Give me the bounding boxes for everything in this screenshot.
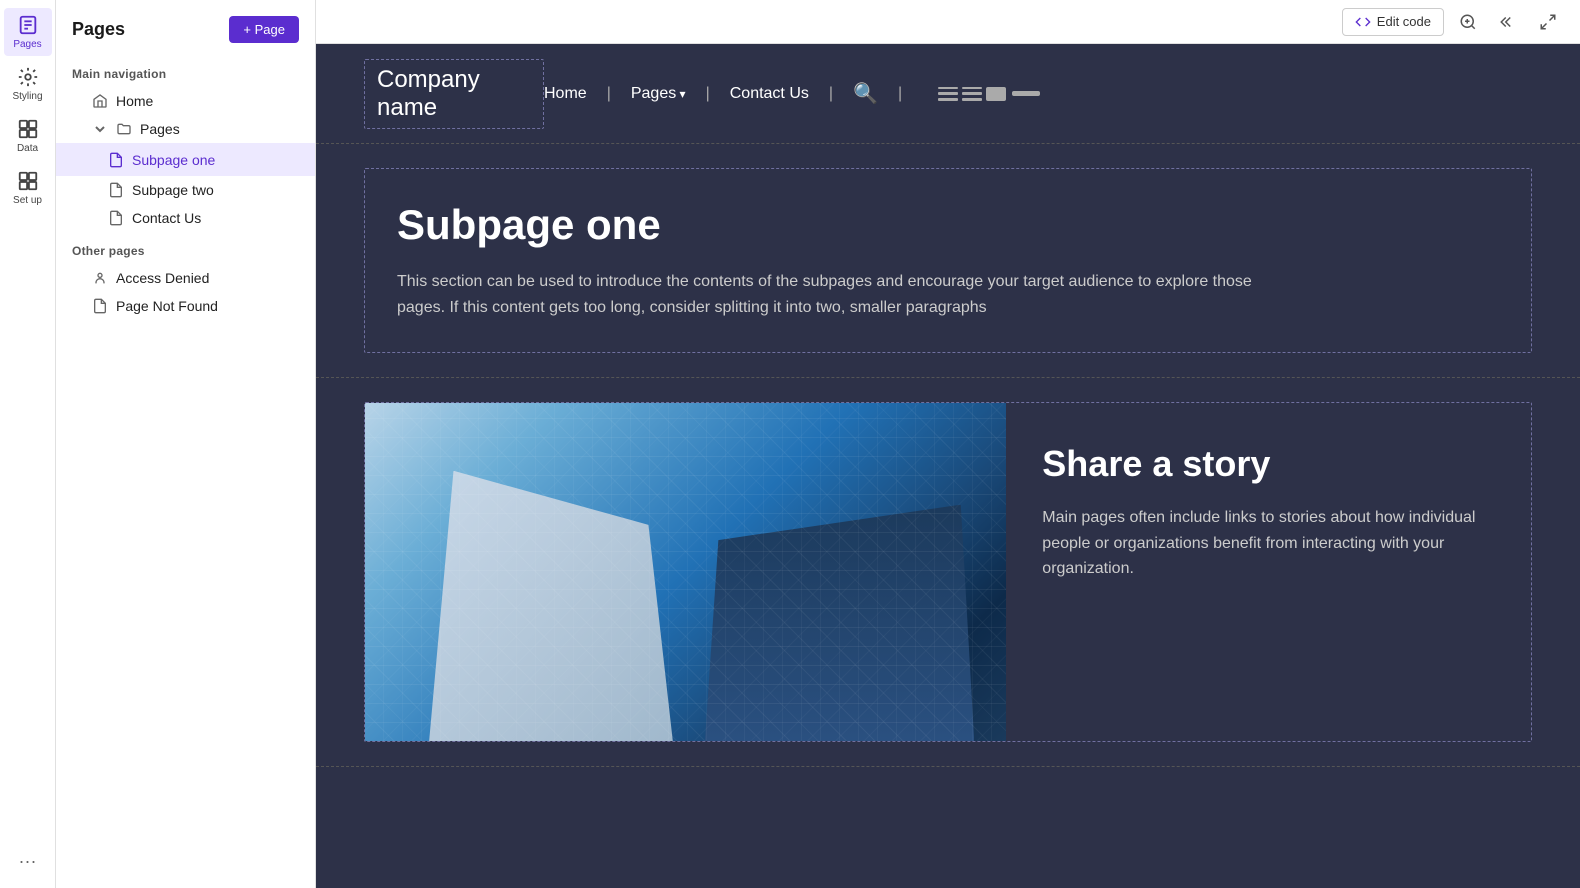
site-preview: Company name Home | Pages | Contact Us |… [316, 44, 1580, 888]
nav-item-home[interactable]: Home [56, 87, 315, 115]
page-icon [108, 152, 124, 168]
subpage-section-outline: Subpage one This section can be used to … [364, 168, 1532, 353]
nav-item-access-denied[interactable]: Access Denied [56, 264, 315, 292]
nav-item-subpage-one[interactable]: Subpage one ··· [56, 143, 315, 176]
nav-item-contact-us[interactable]: Contact Us [56, 204, 315, 232]
main-nav-label: Main navigation [56, 55, 315, 87]
nav-item-subpage-one-label: Subpage one [132, 152, 273, 168]
subpage-description: This section can be used to introduce th… [397, 269, 1297, 320]
icon-rail: Pages Styling Data Set up ··· [0, 0, 56, 888]
search-icon[interactable]: 🔍 [853, 81, 878, 106]
more-options-icon[interactable]: ··· [19, 851, 37, 872]
fullscreen-icon [1539, 13, 1557, 31]
sidebar-item-setup[interactable]: Set up [4, 164, 52, 212]
sidebar: Pages + Page Main navigation Home Pages … [56, 0, 316, 888]
fullscreen-button[interactable] [1532, 6, 1564, 38]
zoom-in-button[interactable] [1452, 6, 1484, 38]
story-section: Share a story Main pages often include l… [316, 378, 1580, 767]
nav-separator-4: | [898, 85, 902, 103]
story-section-outline: Share a story Main pages often include l… [364, 402, 1532, 742]
sidebar-item-data[interactable]: Data [4, 112, 52, 160]
zoom-in-icon [1459, 13, 1477, 31]
divider-block-1 [938, 87, 958, 101]
nav-item-page-not-found[interactable]: Page Not Found [56, 292, 315, 320]
nav-item-subpage-two[interactable]: Subpage two [56, 176, 315, 204]
site-nav-links: Home | Pages | Contact Us | 🔍 | [544, 81, 1040, 106]
toolbar: Edit code [316, 0, 1580, 44]
divider-block-2 [962, 87, 982, 101]
subpage-section: Subpage one This section can be used to … [316, 144, 1580, 378]
site-nav-pages[interactable]: Pages [631, 85, 686, 103]
edit-code-button[interactable]: Edit code [1342, 8, 1444, 36]
other-pages-label: Other pages [56, 232, 315, 264]
sidebar-header: Pages + Page [56, 12, 315, 55]
site-nav-home[interactable]: Home [544, 85, 587, 103]
nav-item-pages-folder[interactable]: Pages [56, 115, 315, 143]
sidebar-item-pages[interactable]: Pages [4, 8, 52, 56]
main-area: Edit code [316, 0, 1580, 888]
edit-code-icon [1355, 14, 1371, 30]
nav-separator-2: | [706, 85, 710, 103]
nav-separator-3: | [829, 85, 833, 103]
site-nav-bar: Company name Home | Pages | Contact Us |… [316, 44, 1580, 144]
nav-item-home-label: Home [116, 93, 299, 109]
zoom-out-button[interactable] [1492, 6, 1524, 38]
home-icon [92, 93, 108, 109]
chevron-down-icon [92, 121, 108, 137]
nav-item-subpage-two-label: Subpage two [132, 182, 299, 198]
nav-item-access-denied-label: Access Denied [116, 270, 299, 286]
sidebar-item-styling[interactable]: Styling [4, 60, 52, 108]
folder-icon [116, 121, 132, 137]
nav-item-page-not-found-label: Page Not Found [116, 298, 299, 314]
nav-item-pages-label: Pages [140, 121, 299, 137]
subpage-title: Subpage one [397, 201, 1499, 249]
nav-item-contact-us-label: Contact Us [132, 210, 299, 226]
site-logo: Company name [364, 59, 544, 129]
nav-separator-1: | [607, 85, 611, 103]
person-page-icon [92, 270, 108, 286]
page-icon-two [108, 182, 124, 198]
story-title: Share a story [1042, 443, 1495, 485]
nav-dividers [938, 87, 1040, 101]
site-nav-contact[interactable]: Contact Us [730, 85, 809, 103]
zoom-out-icon [1499, 13, 1517, 31]
story-description: Main pages often include links to storie… [1042, 505, 1495, 582]
page-icon-contact [108, 210, 124, 226]
divider-line [1012, 91, 1040, 96]
add-page-button[interactable]: + Page [229, 16, 299, 43]
page-not-found-icon [92, 298, 108, 314]
sidebar-title: Pages [72, 19, 125, 40]
story-image [365, 403, 1006, 741]
image-grid-overlay [365, 403, 1006, 741]
story-text-area: Share a story Main pages often include l… [1006, 403, 1531, 741]
divider-block-3 [986, 87, 1006, 101]
